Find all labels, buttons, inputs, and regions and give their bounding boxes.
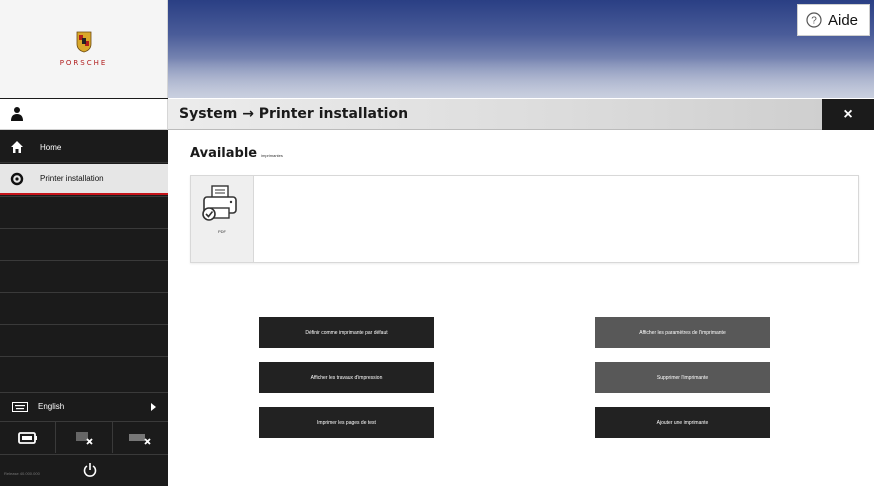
available-subtitle: imprimantes bbox=[261, 153, 283, 158]
battery-button[interactable] bbox=[0, 422, 57, 453]
printer-list-panel: PDF bbox=[190, 175, 859, 263]
page-title: System → Printer installation bbox=[179, 106, 409, 122]
device-disconnect-icon bbox=[75, 431, 93, 445]
show-printer-settings-button[interactable]: Afficher les paramètres de l'imprimante bbox=[595, 317, 770, 348]
add-printer-button[interactable]: Ajouter une imprimante bbox=[595, 407, 770, 438]
device-disconnect-button[interactable] bbox=[56, 422, 113, 453]
release-text: Release 40.000.000 bbox=[4, 471, 40, 476]
header-banner bbox=[168, 0, 874, 98]
sidebar: PORSCHE Home Printer installation Englis… bbox=[0, 0, 168, 486]
sidebar-empty-row bbox=[0, 196, 168, 227]
sidebar-item-label: Home bbox=[40, 142, 62, 152]
sidebar-empty-row bbox=[0, 292, 168, 323]
banner-glow bbox=[168, 58, 874, 98]
app-window: PORSCHE Home Printer installation Englis… bbox=[0, 0, 874, 486]
available-title: Available bbox=[190, 146, 258, 161]
title-bar: System → Printer installation bbox=[168, 99, 822, 130]
printer-tile-pdf[interactable]: PDF bbox=[191, 176, 254, 262]
delete-printer-button[interactable]: Supprimer l'imprimante bbox=[595, 362, 770, 393]
close-button[interactable]: × bbox=[822, 99, 874, 130]
sidebar-item-label: Printer installation bbox=[40, 174, 104, 183]
user-icon[interactable] bbox=[10, 106, 24, 122]
printer-label: PDF bbox=[218, 229, 226, 234]
help-circle-icon: ? bbox=[806, 12, 822, 28]
sidebar-empty-row bbox=[0, 324, 168, 355]
sidebar-item-home[interactable]: Home bbox=[0, 132, 168, 163]
sidebar-empty-row bbox=[0, 260, 168, 291]
language-selector[interactable]: English bbox=[0, 392, 168, 420]
language-label: English bbox=[38, 402, 65, 411]
set-default-printer-button[interactable]: Définir comme imprimante par défaut bbox=[259, 317, 434, 348]
svg-text:?: ? bbox=[811, 16, 817, 27]
show-print-jobs-button[interactable]: Afficher les travaux d'impression bbox=[259, 362, 434, 393]
chevron-right-icon bbox=[151, 403, 156, 411]
user-bar[interactable] bbox=[0, 99, 168, 130]
power-icon[interactable] bbox=[82, 462, 98, 478]
print-test-pages-button[interactable]: Imprimer les pages de test bbox=[259, 407, 434, 438]
printer-check-icon bbox=[202, 185, 237, 221]
logo-area: PORSCHE bbox=[0, 0, 168, 98]
home-icon bbox=[11, 141, 23, 153]
help-button[interactable]: ? Aide bbox=[797, 4, 870, 36]
sidebar-empty-row bbox=[0, 228, 168, 259]
keyboard-icon bbox=[12, 401, 28, 412]
gear-icon bbox=[10, 172, 24, 185]
porsche-crest-icon bbox=[76, 31, 91, 53]
brand-wordmark: PORSCHE bbox=[59, 59, 108, 67]
help-label: Aide bbox=[828, 11, 859, 29]
close-icon: × bbox=[843, 105, 853, 123]
vehicle-disconnect-icon bbox=[129, 433, 151, 445]
sidebar-empty-row bbox=[0, 356, 168, 387]
battery-icon bbox=[17, 431, 37, 444]
sidebar-item-printer-installation[interactable]: Printer installation bbox=[0, 164, 168, 195]
available-heading: Available imprimantes bbox=[190, 146, 283, 161]
vehicle-disconnect-button[interactable] bbox=[113, 422, 168, 453]
power-row: Release 40.000.000 bbox=[0, 454, 168, 486]
tool-row bbox=[0, 421, 168, 453]
